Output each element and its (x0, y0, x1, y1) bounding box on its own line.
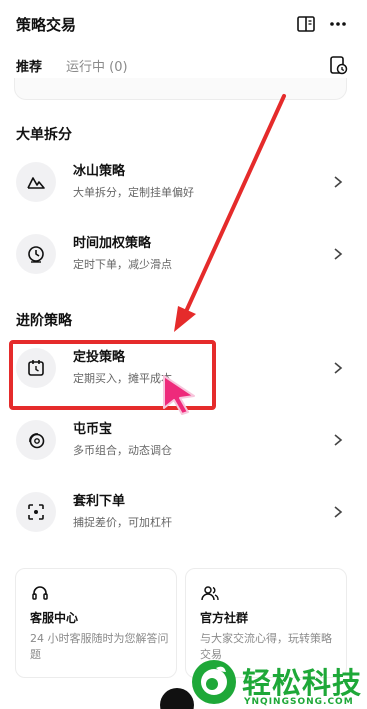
top-bar: 策略交易 (0, 0, 367, 50)
watermark-domain: YNQINGSONG.COM (244, 697, 354, 707)
item-desc: 多币组合，动态调仓 (73, 444, 172, 457)
pointer-cursor-icon (163, 375, 195, 415)
card-desc: 24 小时客服随时为您解答问题 (30, 632, 169, 661)
people-icon (201, 586, 219, 601)
clock-icon (28, 246, 44, 263)
history-icon[interactable] (328, 55, 348, 75)
strategy-item-iceberg[interactable]: 冰山策略 大单拆分，定制挂单偏好 (0, 150, 367, 214)
floating-button[interactable] (160, 688, 194, 709)
watermark-logo-icon (192, 660, 236, 704)
chevron-right-icon (334, 506, 343, 518)
strategy-item-arbitrage[interactable]: 套利下单 捕捉差价，可加杠杆 (0, 480, 367, 544)
customer-service-card[interactable]: 客服中心 24 小时客服随时为您解答问题 (15, 568, 177, 678)
strategy-item-coin-basket[interactable]: 屯币宝 多币组合，动态调仓 (0, 408, 367, 472)
scan-icon (28, 504, 44, 520)
item-desc: 大单拆分，定制挂单偏好 (73, 186, 194, 199)
more-icon[interactable] (328, 14, 348, 34)
headset-icon (32, 586, 48, 600)
section-title-large-order: 大单拆分 (16, 127, 72, 143)
item-title: 时间加权策略 (73, 236, 152, 251)
item-title: 冰山策略 (73, 164, 126, 179)
mountain-icon (27, 177, 45, 189)
item-icon-bg (16, 234, 56, 274)
coin-icon (29, 433, 45, 449)
chevron-right-icon (334, 176, 343, 188)
item-desc: 定时下单，减少滑点 (73, 258, 172, 271)
item-desc: 捕捉差价，可加杠杆 (73, 516, 172, 529)
item-icon-bg (16, 162, 56, 202)
chevron-right-icon (334, 362, 343, 374)
item-icon-bg (16, 420, 56, 460)
watermark: 轻松科技 YNQINGSONG.COM (190, 656, 367, 709)
strategy-item-twap[interactable]: 时间加权策略 定时下单，减少滑点 (0, 222, 367, 286)
watermark-text: 轻松科技 (242, 666, 363, 700)
item-title: 屯币宝 (73, 422, 113, 437)
chevron-right-icon (334, 434, 343, 446)
card-title: 官方社群 (200, 611, 249, 625)
banner-card-edge (14, 78, 347, 100)
page-title: 策略交易 (16, 16, 77, 34)
book-icon[interactable] (296, 14, 316, 34)
item-title: 套利下单 (73, 494, 126, 509)
tab-running[interactable]: 运行中 (0) (66, 56, 128, 75)
chevron-right-icon (334, 248, 343, 260)
card-title: 客服中心 (30, 611, 79, 625)
section-title-advanced: 进阶策略 (16, 313, 72, 329)
tab-recommended[interactable]: 推荐 (16, 56, 42, 75)
item-icon-bg (16, 492, 56, 532)
